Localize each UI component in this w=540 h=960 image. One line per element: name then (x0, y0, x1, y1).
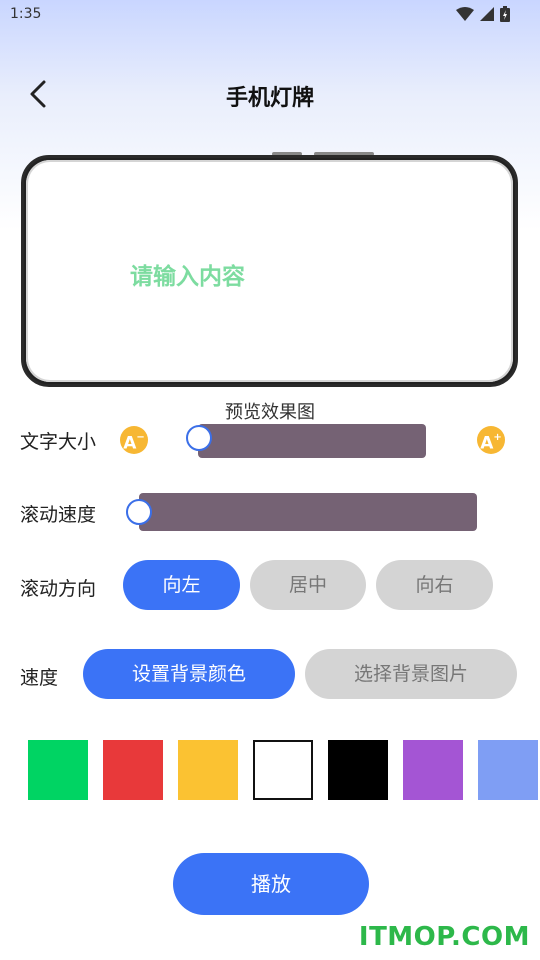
watermark: ITMOP.COM (358, 922, 530, 952)
preview-caption: 预览效果图 (225, 402, 315, 423)
select-background-image-button[interactable]: 选择背景图片 (305, 649, 517, 699)
color-swatch[interactable] (478, 740, 538, 800)
font-increase-icon[interactable]: A+ (477, 426, 505, 454)
background-label: 速度 (20, 667, 59, 689)
scroll-speed-slider-track[interactable] (139, 493, 477, 531)
color-swatch[interactable] (403, 740, 463, 800)
signal-icon (480, 7, 494, 21)
color-swatch[interactable] (178, 740, 238, 800)
font-decrease-icon[interactable]: A− (120, 426, 148, 454)
color-swatch[interactable] (28, 740, 88, 800)
preview-text: 请输入内容 (130, 264, 245, 290)
scroll-speed-slider-knob[interactable] (126, 499, 152, 525)
direction-right-button[interactable]: 向右 (376, 560, 493, 610)
direction-left-button[interactable]: 向左 (123, 560, 240, 610)
status-time: 1:35 (10, 6, 42, 22)
status-icons (456, 6, 510, 22)
color-swatch[interactable] (103, 740, 163, 800)
scroll-speed-label: 滚动速度 (20, 504, 97, 526)
color-swatch[interactable] (253, 740, 313, 800)
direction-center-button[interactable]: 居中 (250, 560, 366, 610)
set-background-color-button[interactable]: 设置背景颜色 (83, 649, 295, 699)
direction-label: 滚动方向 (20, 578, 97, 600)
battery-icon (500, 6, 510, 22)
page-title: 手机灯牌 (225, 86, 314, 111)
color-swatch[interactable] (328, 740, 388, 800)
play-button[interactable]: 播放 (173, 853, 369, 915)
font-size-slider-knob[interactable] (186, 425, 212, 451)
wifi-icon (456, 7, 474, 21)
font-size-label: 文字大小 (20, 431, 97, 453)
phone-screen (26, 160, 513, 382)
font-size-slider-track[interactable] (198, 424, 426, 458)
